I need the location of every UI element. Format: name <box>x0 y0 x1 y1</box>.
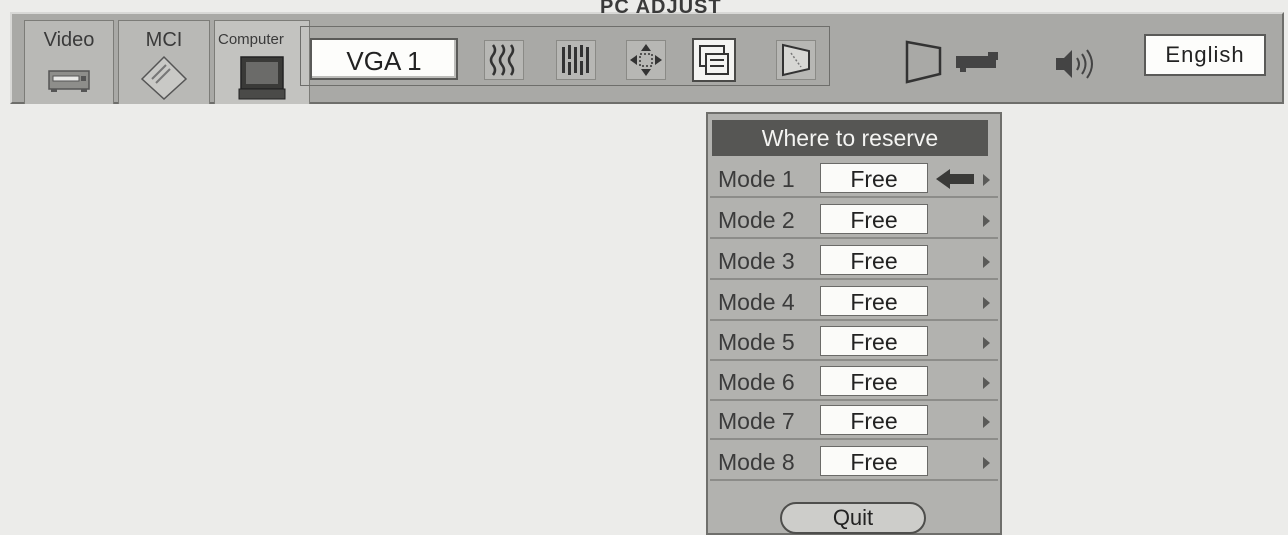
tab-video-label: Video <box>43 29 95 51</box>
total-dots-icon[interactable] <box>556 40 596 80</box>
position-icon[interactable] <box>626 40 666 80</box>
selection-arrow-icon <box>936 169 974 189</box>
tab-computer-label: Computer <box>218 31 284 48</box>
mode-label: Mode 2 <box>718 207 795 233</box>
reset-icon[interactable] <box>776 40 816 80</box>
quit-button[interactable]: Quit <box>780 502 926 534</box>
mode-row[interactable]: Mode 3 Free <box>710 244 998 280</box>
mode-value: Free <box>820 286 928 316</box>
mode-row[interactable]: Mode 5 Free <box>710 325 998 361</box>
chevron-right-icon <box>983 377 990 389</box>
monitor-icon <box>238 56 286 100</box>
language-button[interactable]: English <box>1144 34 1266 76</box>
memory-icon[interactable] <box>692 38 736 82</box>
speaker-icon[interactable] <box>1052 44 1100 84</box>
mode-value: Free <box>820 405 928 435</box>
mode-value: Free <box>820 163 928 193</box>
mode-row[interactable]: Mode 7 Free <box>710 404 998 440</box>
card-icon <box>140 55 188 101</box>
mode-row[interactable]: Mode 1 Free <box>710 162 998 198</box>
tab-mci-label: MCI <box>145 29 183 51</box>
tab-mci[interactable]: MCI <box>118 20 210 104</box>
fine-sync-icon[interactable] <box>484 40 524 80</box>
chevron-right-icon <box>983 337 990 349</box>
tab-video[interactable]: Video <box>24 20 114 104</box>
mode-label: Mode 7 <box>718 408 795 434</box>
mode-row[interactable]: Mode 6 Free <box>710 365 998 401</box>
mode-value: Free <box>820 204 928 234</box>
source-select[interactable]: VGA 1 <box>310 38 458 80</box>
pc-adjust-title: PC ADJUST <box>600 0 722 18</box>
screen-icon[interactable] <box>904 40 944 86</box>
chevron-right-icon <box>983 174 990 186</box>
mode-label: Mode 4 <box>718 289 795 315</box>
reserve-dialog: Where to reserve Mode 1 Free Mode 2 Free… <box>706 112 1002 535</box>
mode-row[interactable]: Mode 8 Free <box>710 445 998 481</box>
mode-row[interactable]: Mode 2 Free <box>710 203 998 239</box>
projector-icon[interactable] <box>954 50 1000 76</box>
vcr-icon <box>48 70 90 92</box>
mode-label: Mode 5 <box>718 329 795 355</box>
chevron-right-icon <box>983 416 990 428</box>
mode-label: Mode 8 <box>718 449 795 475</box>
mode-value: Free <box>820 326 928 356</box>
mode-value: Free <box>820 366 928 396</box>
mode-label: Mode 3 <box>718 248 795 274</box>
mode-value: Free <box>820 446 928 476</box>
chevron-right-icon <box>983 457 990 469</box>
chevron-right-icon <box>983 297 990 309</box>
dialog-title: Where to reserve <box>712 120 988 156</box>
mode-value: Free <box>820 245 928 275</box>
chevron-right-icon <box>983 215 990 227</box>
chevron-right-icon <box>983 256 990 268</box>
mode-label: Mode 1 <box>718 166 795 192</box>
tab-computer[interactable]: Computer <box>214 20 310 104</box>
mode-row[interactable]: Mode 4 Free <box>710 285 998 321</box>
mode-label: Mode 6 <box>718 369 795 395</box>
